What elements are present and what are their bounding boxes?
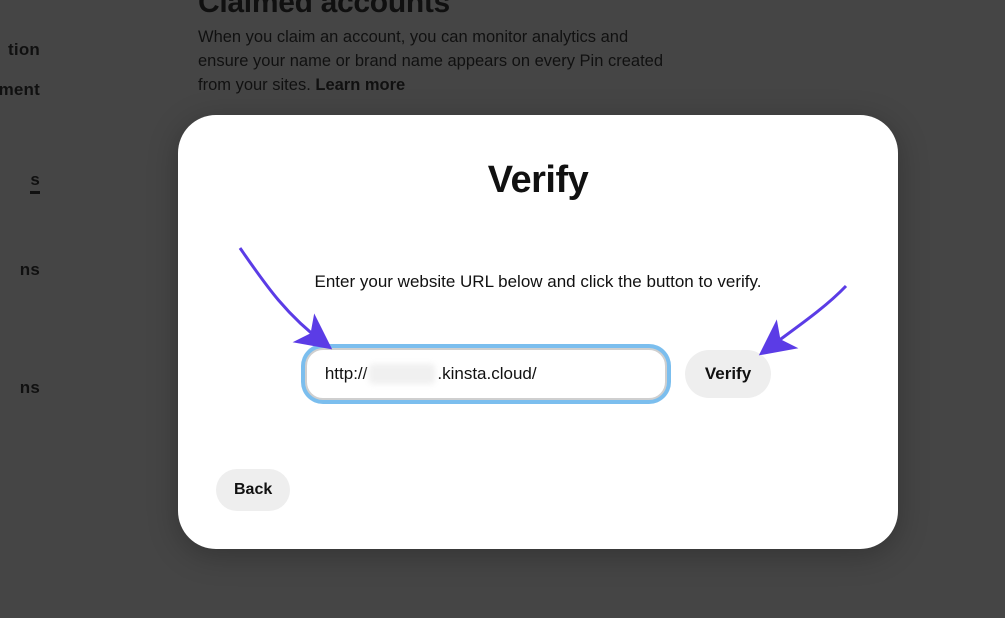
section-description: When you claim an account, you can monit… (198, 26, 678, 98)
learn-more-link[interactable]: Learn more (315, 76, 405, 94)
url-prefix-text: http:// (325, 364, 368, 384)
url-redacted-segment (369, 364, 435, 384)
sidebar-item-fragment-2[interactable]: s (0, 160, 80, 200)
sidebar-item-fragment-3[interactable]: ns (0, 250, 80, 290)
modal-instruction: Enter your website URL below and click t… (218, 272, 858, 292)
screenshot-root: tion ment s ns ns Claimed accounts When … (0, 0, 1005, 618)
verify-input-row: http:// .kinsta.cloud/ Verify (218, 348, 858, 400)
section-title: Claimed accounts (198, 0, 798, 20)
back-button[interactable]: Back (216, 469, 290, 511)
settings-sidebar: tion ment s ns ns (0, 0, 80, 618)
verify-modal: Verify Enter your website URL below and … (178, 115, 898, 549)
sidebar-item-fragment-1[interactable]: ment (0, 70, 80, 110)
website-url-input[interactable]: http:// .kinsta.cloud/ (305, 348, 667, 400)
sidebar-item-fragment-0[interactable]: tion (0, 30, 80, 70)
modal-title: Verify (218, 159, 858, 202)
url-suffix-text: .kinsta.cloud/ (437, 364, 536, 384)
claimed-accounts-section: Claimed accounts When you claim an accou… (198, 0, 798, 98)
sidebar-item-fragment-4[interactable]: ns (0, 368, 80, 408)
verify-button[interactable]: Verify (685, 350, 771, 398)
